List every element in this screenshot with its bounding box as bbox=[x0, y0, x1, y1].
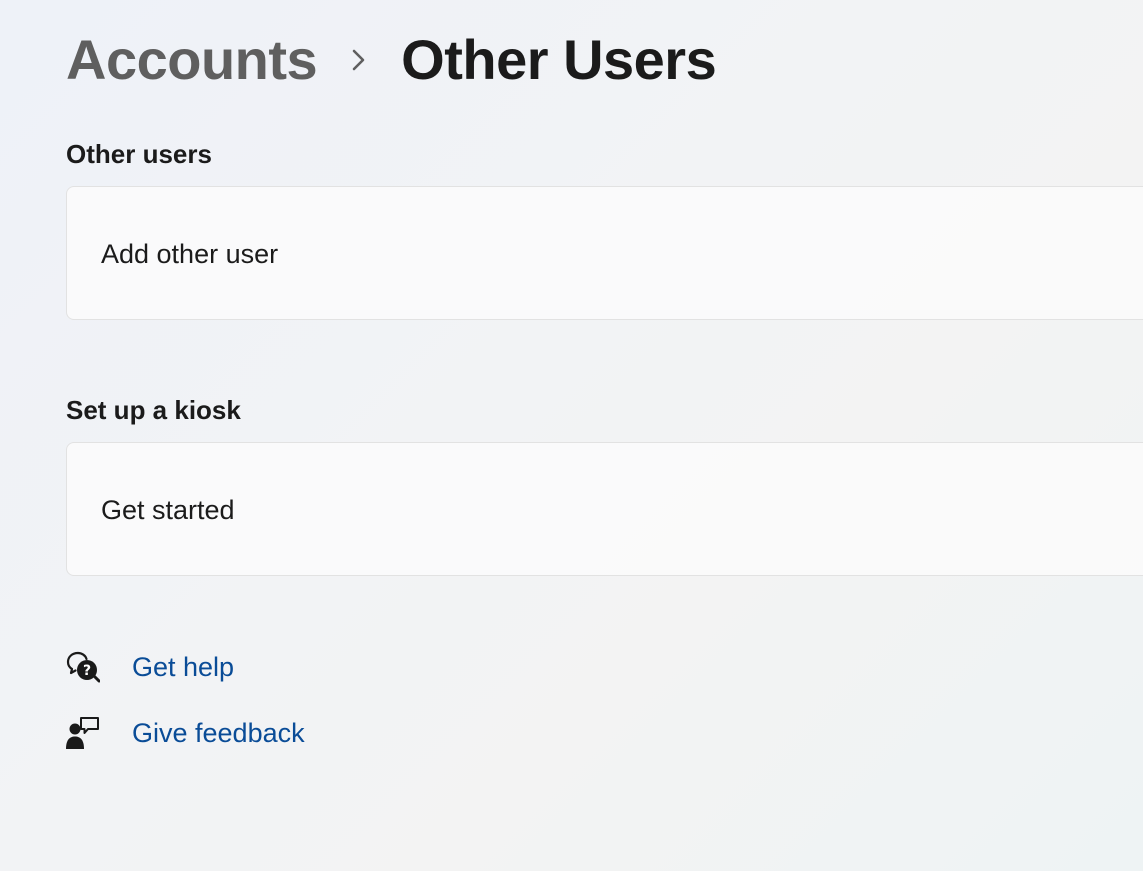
add-other-user-card[interactable]: Add other user bbox=[66, 186, 1143, 320]
give-feedback-link[interactable]: Give feedback bbox=[66, 713, 305, 753]
breadcrumb-accounts[interactable]: Accounts bbox=[66, 28, 318, 92]
chevron-right-icon bbox=[317, 28, 401, 92]
svg-text:?: ? bbox=[83, 663, 91, 679]
kiosk-get-started-card[interactable]: Get started bbox=[66, 442, 1143, 576]
give-feedback-label: Give feedback bbox=[132, 718, 305, 748]
add-other-user-label: Add other user bbox=[101, 239, 279, 269]
section-title-kiosk: Set up a kiosk bbox=[66, 395, 241, 425]
get-help-link[interactable]: ? Get help bbox=[66, 647, 234, 687]
help-icon: ? bbox=[66, 650, 100, 684]
section-title-other-users: Other users bbox=[66, 139, 212, 169]
get-help-label: Get help bbox=[132, 652, 235, 682]
feedback-icon bbox=[66, 716, 100, 750]
get-started-label: Get started bbox=[101, 495, 235, 525]
page-title: Other Users bbox=[401, 28, 717, 91]
breadcrumb: Accounts Other Users bbox=[66, 28, 717, 92]
